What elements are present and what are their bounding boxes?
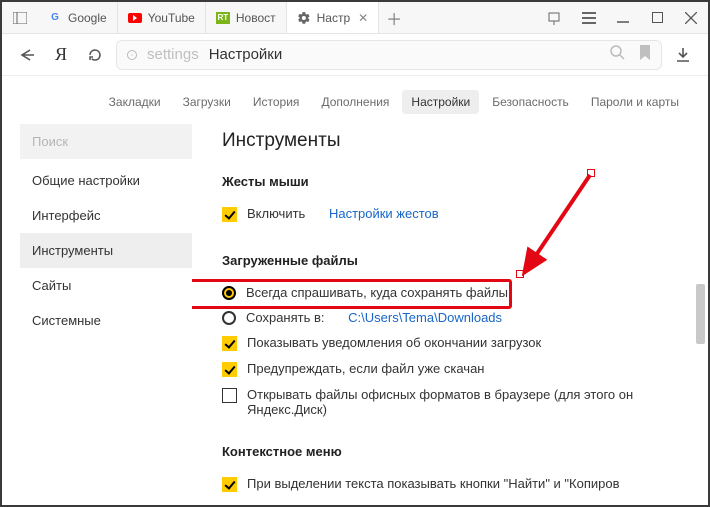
tab-label: Настр [317,11,351,25]
window-controls [538,2,708,33]
pin-icon [548,11,562,25]
settings-tabs: Закладки Загрузки История Дополнения Нас… [2,76,708,124]
subtab-settings[interactable]: Настройки [402,90,479,114]
arrow-left-icon [18,48,36,62]
hamburger-icon [582,12,596,24]
yandex-home-button[interactable]: Я [48,42,74,68]
settings-sidebar: Поиск Общие настройки Интерфейс Инструме… [2,124,192,507]
subtab-passwords[interactable]: Пароли и карты [582,90,688,114]
sidebar-item-system[interactable]: Системные [20,303,192,338]
subtab-bookmarks[interactable]: Закладки [100,90,170,114]
sidebar-item-tools[interactable]: Инструменты [20,233,192,268]
tab-youtube[interactable]: YouTube [118,2,206,33]
download-icon [675,47,691,63]
browser-window: G Google YouTube RT Новост Настр ✕ ＋ [0,0,710,507]
new-tab-button[interactable]: ＋ [379,2,409,33]
checkbox-office[interactable] [222,388,237,403]
subtab-downloads[interactable]: Загрузки [174,90,240,114]
main-area: Поиск Общие настройки Интерфейс Инструме… [2,124,708,507]
google-icon: G [48,11,62,25]
tab-strip: G Google YouTube RT Новост Настр ✕ [38,2,379,33]
tab-label: Новост [236,11,276,25]
rt-icon: RT [216,11,230,25]
gear-icon [297,11,311,25]
radio-save-in[interactable] [222,311,236,325]
panel-icon [13,12,27,24]
subtab-security[interactable]: Безопасность [483,90,578,114]
maximize-icon [652,12,663,23]
subtab-history[interactable]: История [244,90,309,114]
group-context-menu: Контекстное меню [222,444,708,459]
label-warn: Предупреждать, если файл уже скачан [247,361,485,376]
address-bar-row: Я settings Настройки [2,34,708,76]
tab-google[interactable]: G Google [38,2,118,33]
link-gesture-settings[interactable]: Настройки жестов [329,206,439,221]
sidebar-toggle-button[interactable] [2,2,38,33]
label-context-find-copy: При выделении текста показывать кнопки "… [247,476,620,491]
annotation-highlight [192,279,512,309]
close-icon[interactable]: ✕ [358,11,368,25]
search-icon[interactable] [610,45,625,65]
tab-settings[interactable]: Настр ✕ [287,2,380,33]
checkbox-notify[interactable] [222,336,237,351]
tab-label: YouTube [148,11,195,25]
back-button[interactable] [14,42,40,68]
checkbox-context-find-copy[interactable] [222,477,237,492]
download-path-link[interactable]: C:\Users\Tema\Downloads [348,310,502,325]
subtab-addons[interactable]: Дополнения [312,90,398,114]
sidebar-search[interactable]: Поиск [20,124,192,159]
page-title: Инструменты [222,130,708,152]
group-downloaded-files: Загруженные файлы [222,253,708,268]
maximize-button[interactable] [640,2,674,33]
vertical-scrollbar[interactable] [696,284,705,344]
minimize-button[interactable] [606,2,640,33]
reload-button[interactable] [82,42,108,68]
menu-button[interactable] [572,2,606,33]
tab-rt-news[interactable]: RT Новост [206,2,287,33]
downloads-button[interactable] [670,47,696,63]
sidebar-item-sites[interactable]: Сайты [20,268,192,303]
group-mouse-gestures: Жесты мыши [222,174,708,189]
youtube-icon [128,11,142,25]
settings-content: Инструменты Жесты мыши Включить Настройк… [192,124,708,507]
annotation-arrow [512,169,602,289]
close-window-button[interactable] [674,2,708,33]
window-titlebar: G Google YouTube RT Новост Настр ✕ ＋ [2,2,708,34]
address-text: Настройки [209,46,283,63]
checkbox-warn[interactable] [222,362,237,377]
address-bar[interactable]: settings Настройки [116,40,662,70]
address-prefix: settings [147,46,199,63]
pin-button[interactable] [538,2,572,33]
checkbox-enable-gestures[interactable] [222,207,237,222]
bookmark-icon[interactable] [639,45,651,65]
sidebar-item-general[interactable]: Общие настройки [20,163,192,198]
reload-icon [87,47,103,63]
sidebar-item-interface[interactable]: Интерфейс [20,198,192,233]
tab-label: Google [68,11,107,25]
site-info-icon[interactable] [127,50,137,60]
label-office: Открывать файлы офисных форматов в брауз… [247,387,708,417]
label-save-in: Сохранять в: [246,310,325,325]
minimize-icon [617,12,629,24]
label-enable-gestures: Включить [247,206,305,221]
label-notify: Показывать уведомления об окончании загр… [247,335,541,350]
close-icon [685,12,697,24]
